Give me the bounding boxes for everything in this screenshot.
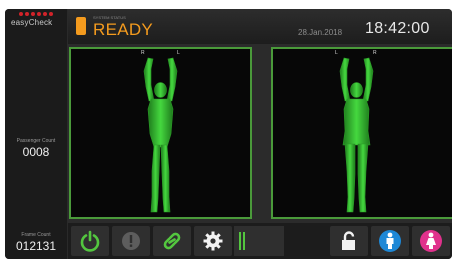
header-bar: SYSTEM STATUS READY 28.Jan.2018 18:42:00 (68, 9, 452, 44)
scan-area: R L L R (68, 44, 452, 223)
level-bar-1 (239, 232, 241, 250)
logo-dots (11, 12, 65, 16)
bottom-toolbar (68, 223, 452, 259)
back-scan-panel[interactable]: L R (271, 47, 452, 219)
status-light-icon (76, 17, 86, 35)
front-scan-panel[interactable]: R L (69, 47, 252, 219)
level-indicator (234, 226, 284, 256)
settings-button[interactable] (194, 226, 232, 256)
female-scan-button[interactable] (412, 226, 450, 256)
power-icon (80, 230, 100, 252)
frame-count-value: 012131 (15, 239, 57, 253)
left-panel: easyCheck Passenger Count 0008 Frame Cou… (5, 9, 68, 259)
front-body-scan-image (143, 57, 178, 213)
female-icon (420, 230, 442, 252)
alert-icon (122, 232, 140, 250)
logo: easyCheck (11, 12, 65, 27)
unlock-button[interactable] (330, 226, 368, 256)
date-display: 28.Jan.2018 (298, 28, 343, 37)
link-button[interactable] (153, 226, 191, 256)
link-icon (163, 232, 181, 250)
level-bar-2 (243, 232, 245, 250)
passenger-count-label: Passenger Count (16, 138, 56, 144)
status-text: READY (93, 20, 154, 39)
time-display: 18:42:00 (365, 20, 430, 37)
unlock-icon (342, 231, 355, 250)
male-scan-button[interactable] (371, 226, 409, 256)
power-button[interactable] (71, 226, 109, 256)
scanner-screen: easyCheck Passenger Count 0008 Frame Cou… (5, 9, 452, 259)
gear-icon (203, 231, 223, 251)
passenger-count-value: 0008 (22, 145, 50, 159)
back-body-scan-image (339, 57, 374, 213)
alert-button[interactable] (112, 226, 150, 256)
logo-text: easyCheck (11, 18, 53, 27)
male-icon (379, 230, 401, 252)
frame-count-label: Frame Count (21, 232, 51, 238)
